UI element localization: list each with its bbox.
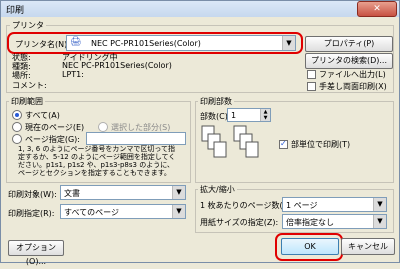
copies-spinner[interactable]: 1 ▲ ▼ <box>227 108 271 122</box>
paper-size-value: 倍率指定なし <box>286 218 334 227</box>
pages-input[interactable] <box>86 132 186 145</box>
comment-label: コメント: <box>12 81 47 90</box>
range-all-label: すべて(A) <box>25 111 60 120</box>
print-spec-select[interactable]: すべてのページ ▼ <box>60 204 186 219</box>
print-to-file-checkbox[interactable] <box>307 70 316 79</box>
collate-checkbox[interactable]: ✓ <box>279 139 288 149</box>
range-current-label: 現在のページ(E) <box>25 123 85 132</box>
print-range-label: 印刷範囲 <box>9 96 45 107</box>
range-pages-radio[interactable] <box>12 134 22 144</box>
range-pages-label: ページ指定(G): <box>25 135 80 144</box>
dialog-title: 印刷 <box>6 6 25 16</box>
spinner-arrows-icon[interactable]: ▲ ▼ <box>260 109 270 121</box>
range-selection-radio[interactable] <box>98 122 108 132</box>
type-value: NEC PC-PR101Series(Color) <box>62 61 172 70</box>
paper-size-label: 用紙サイズの指定(Z): <box>200 218 279 227</box>
chevron-down-icon[interactable]: ▼ <box>172 186 185 199</box>
range-help-text: 1, 3, 6 のようにページ番号をカンマで区切って指定するか、5-12 のよう… <box>18 145 176 177</box>
pages-per-sheet-select[interactable]: 1 ページ ▼ <box>282 197 387 212</box>
print-target-select[interactable]: 文書 ▼ <box>60 185 186 200</box>
collate-label: 部単位で印刷(T) <box>291 140 351 149</box>
range-all-radio[interactable] <box>12 110 22 120</box>
manual-duplex-checkbox[interactable] <box>307 82 316 91</box>
print-target-label: 印刷対象(W): <box>8 190 57 199</box>
highlight-printer-name <box>7 32 303 54</box>
printer-group-label: プリンタ <box>10 20 46 31</box>
find-printer-button[interactable]: プリンタの検索(D)... <box>305 53 393 69</box>
close-button[interactable]: ✕ <box>357 1 397 17</box>
chevron-down-icon[interactable]: ▼ <box>172 205 185 218</box>
pages-per-sheet-label: 1 枚あたりのページ数(H): <box>200 201 295 210</box>
properties-button[interactable]: プロパティ(P) <box>305 36 393 52</box>
check-icon: ✓ <box>280 139 287 148</box>
zoom-label: 拡大/縮小 <box>198 184 237 195</box>
copies-label: 印刷部数 <box>198 96 234 107</box>
options-button[interactable]: オプション(O)... <box>8 240 64 266</box>
print-target-value: 文書 <box>64 189 80 198</box>
print-spec-value: すべてのページ <box>64 208 119 217</box>
paper-size-select[interactable]: 倍率指定なし ▼ <box>282 214 387 229</box>
manual-duplex-label: 手差し両面印刷(X) <box>319 82 387 91</box>
highlight-ok-button <box>275 233 343 261</box>
copies-count-label: 部数(C): <box>200 112 231 121</box>
location-value: LPT1: <box>62 70 84 79</box>
collate-pages-icon <box>201 125 259 158</box>
print-spec-label: 印刷指定(R): <box>8 209 55 218</box>
chevron-down-icon[interactable]: ▼ <box>373 198 386 211</box>
range-current-radio[interactable] <box>12 122 22 132</box>
chevron-down-icon[interactable]: ▼ <box>373 215 386 228</box>
title-bar <box>1 1 399 17</box>
pages-per-sheet-value: 1 ページ <box>286 201 318 210</box>
print-to-file-label: ファイルへ出力(L) <box>319 70 386 79</box>
cancel-button[interactable]: キャンセル <box>341 238 395 255</box>
copies-count-value: 1 <box>231 111 237 120</box>
